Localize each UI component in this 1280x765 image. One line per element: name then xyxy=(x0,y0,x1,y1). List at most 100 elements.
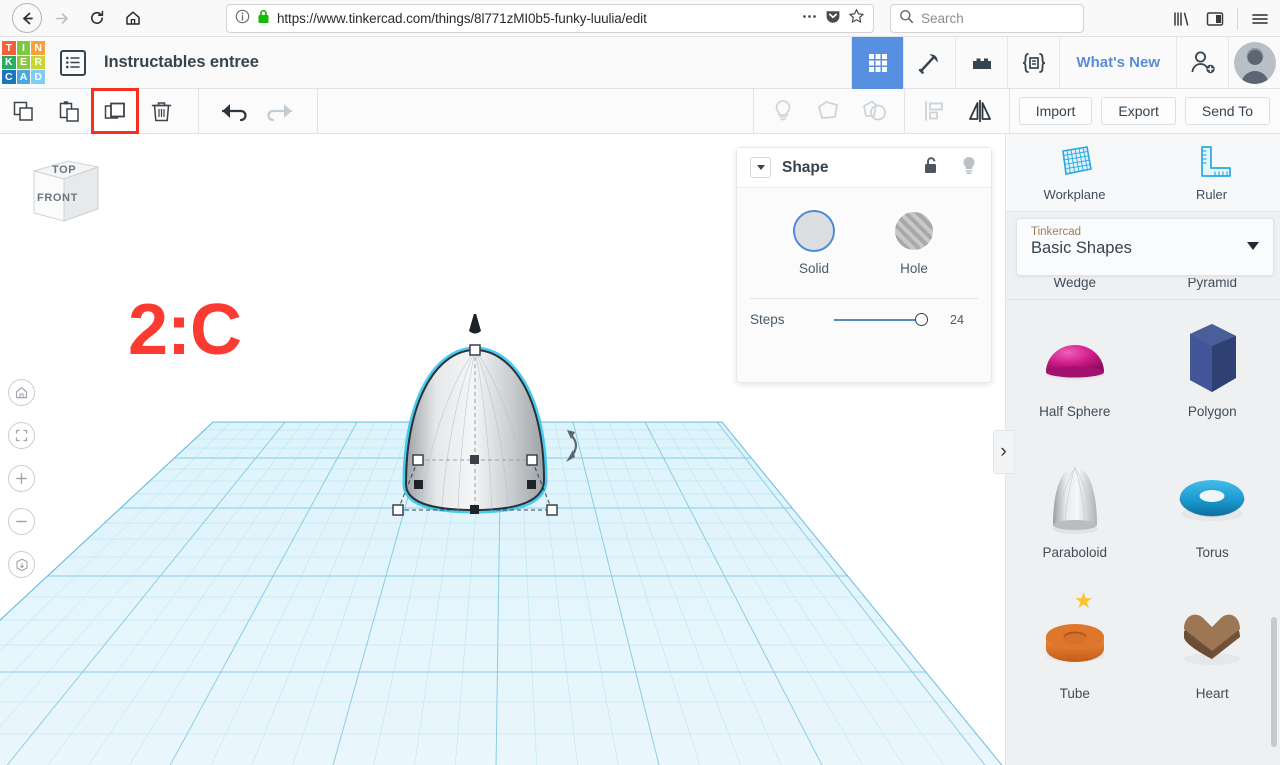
home-view-button[interactable] xyxy=(8,379,35,406)
align-button[interactable] xyxy=(911,89,957,133)
logo-tile-e: E xyxy=(16,55,31,70)
ruler-icon xyxy=(1200,146,1231,177)
rotate-handle-right xyxy=(566,430,578,462)
blocks-icon[interactable] xyxy=(955,36,1007,89)
library-name: Basic Shapes xyxy=(1031,239,1132,257)
duplicate-button[interactable] xyxy=(91,88,139,134)
avatar[interactable] xyxy=(1228,36,1280,89)
logo-tile-d: D xyxy=(31,70,45,84)
light-button[interactable] xyxy=(760,89,806,133)
zoom-out-button[interactable] xyxy=(8,508,35,535)
hole-mode-option[interactable]: Hole xyxy=(893,210,935,276)
shape-label: Tube xyxy=(1059,686,1090,701)
mirror-button[interactable] xyxy=(957,89,1003,133)
clipped-shape-labels: Wedge Pyramid xyxy=(1006,278,1280,300)
shape-panel-header: Shape xyxy=(737,148,991,188)
sidebar-icon[interactable] xyxy=(1199,3,1231,34)
redo-button[interactable] xyxy=(257,89,303,133)
undo-button[interactable] xyxy=(211,89,257,133)
delete-button[interactable] xyxy=(138,89,184,133)
grid-view-icon[interactable] xyxy=(851,36,904,89)
chevron-down-icon[interactable] xyxy=(750,157,771,178)
steps-value[interactable]: 24 xyxy=(936,313,978,327)
divider xyxy=(1008,89,1010,133)
projection-toggle-button[interactable] xyxy=(8,551,35,578)
solid-mode-option[interactable]: Solid xyxy=(793,210,835,276)
steps-label: Steps xyxy=(750,312,785,327)
ruler-tool-label: Ruler xyxy=(1195,187,1228,202)
shape-item-polygon[interactable]: Polygon xyxy=(1144,300,1280,441)
sidebar-tools: Workplane Ruler xyxy=(1006,134,1280,212)
divider xyxy=(1237,7,1238,30)
shape-panel-body: Solid Hole Steps 24 xyxy=(737,188,991,327)
star-icon: ★ xyxy=(1073,588,1094,613)
steps-slider-handle[interactable] xyxy=(915,313,928,326)
selected-shape-paraboloid[interactable] xyxy=(370,314,620,544)
steps-slider[interactable] xyxy=(834,313,936,327)
shape-item-torus[interactable]: Torus xyxy=(1144,441,1280,582)
chevron-right-icon[interactable]: › xyxy=(993,430,1013,474)
url-text[interactable]: https://www.tinkercad.com/things/8l771zM… xyxy=(277,11,794,26)
export-button[interactable]: Export xyxy=(1101,97,1176,125)
import-button[interactable]: Import xyxy=(1018,97,1093,125)
clipped-label-pyramid: Pyramid xyxy=(1187,278,1237,290)
logo-tile-r: R xyxy=(31,55,45,70)
divider xyxy=(752,89,754,133)
shape-item-paraboloid[interactable]: Paraboloid xyxy=(1006,441,1144,582)
pocket-icon[interactable] xyxy=(825,8,841,29)
page-title: Instructables entree xyxy=(104,53,259,71)
header-actions: What's New xyxy=(851,36,1280,89)
browser-right-icons xyxy=(1165,3,1276,34)
divider xyxy=(198,89,199,133)
back-button[interactable] xyxy=(12,3,42,33)
logo-tile-t: T xyxy=(2,41,16,55)
solid-swatch[interactable] xyxy=(793,210,835,252)
caret-down-icon[interactable] xyxy=(1247,242,1259,250)
ruler-tool[interactable]: Ruler xyxy=(1143,134,1280,211)
project-menu-icon[interactable] xyxy=(60,49,86,76)
zoom-in-button[interactable] xyxy=(8,465,35,492)
tinkercad-logo[interactable]: T I N K E R C A D xyxy=(1,40,46,85)
circuits-icon[interactable] xyxy=(903,36,955,89)
shape-item-tube[interactable]: ★ Tube xyxy=(1006,582,1144,723)
user-avatar-image xyxy=(1233,41,1276,84)
paste-button[interactable] xyxy=(46,89,92,133)
group-button[interactable] xyxy=(806,89,852,133)
shape-library-dropdown[interactable]: Tinkercad Basic Shapes xyxy=(1016,218,1274,276)
sidebar-scrollbar[interactable] xyxy=(1271,617,1277,747)
hamburger-menu-icon[interactable] xyxy=(1244,3,1276,34)
browser-search-box[interactable]: Search xyxy=(890,4,1084,33)
divider xyxy=(903,89,905,133)
forward-button[interactable] xyxy=(44,3,78,33)
reload-button[interactable] xyxy=(80,3,114,33)
steps-control: Steps 24 xyxy=(737,299,991,327)
home-button[interactable] xyxy=(116,3,150,33)
address-bar[interactable]: https://www.tinkercad.com/things/8l771zM… xyxy=(226,4,874,33)
library-icon[interactable] xyxy=(1165,3,1197,34)
shape-item-heart[interactable]: Heart xyxy=(1144,582,1280,723)
star-icon[interactable] xyxy=(848,8,865,29)
add-person-icon[interactable] xyxy=(1176,36,1228,89)
shape-item-half-sphere[interactable]: Half Sphere xyxy=(1006,300,1144,441)
ellipsis-icon[interactable] xyxy=(801,9,818,29)
page-info-icon[interactable] xyxy=(235,9,250,29)
unlocked-padlock-icon[interactable] xyxy=(923,156,940,180)
tinkercad-window: https://www.tinkercad.com/things/8l771zM… xyxy=(0,0,1280,765)
copy-button[interactable] xyxy=(0,89,46,133)
send-to-button[interactable]: Send To xyxy=(1184,97,1270,125)
view-cube[interactable]: TOP FRONT xyxy=(22,153,104,227)
shape-properties-panel: Shape Solid Hole Steps 24 xyxy=(736,147,992,383)
library-owner: Tinkercad xyxy=(1031,226,1082,238)
shape-panel-title: Shape xyxy=(782,158,829,176)
whats-new-link[interactable]: What's New xyxy=(1059,36,1176,89)
workplane-tool[interactable]: Workplane xyxy=(1006,134,1143,211)
fit-to-view-button[interactable] xyxy=(8,422,35,449)
codeblocks-icon[interactable] xyxy=(1007,36,1059,89)
ungroup-button[interactable] xyxy=(852,89,898,133)
shapes-scroll-area[interactable]: Wedge Pyramid Half Sphere Polygon Parabo… xyxy=(1006,212,1280,765)
workplane-icon xyxy=(1061,146,1092,175)
annotation-2c: 2:C xyxy=(128,290,242,370)
search-input[interactable]: Search xyxy=(921,11,964,26)
lightbulb-icon[interactable] xyxy=(960,155,978,181)
hole-swatch[interactable] xyxy=(893,210,935,252)
